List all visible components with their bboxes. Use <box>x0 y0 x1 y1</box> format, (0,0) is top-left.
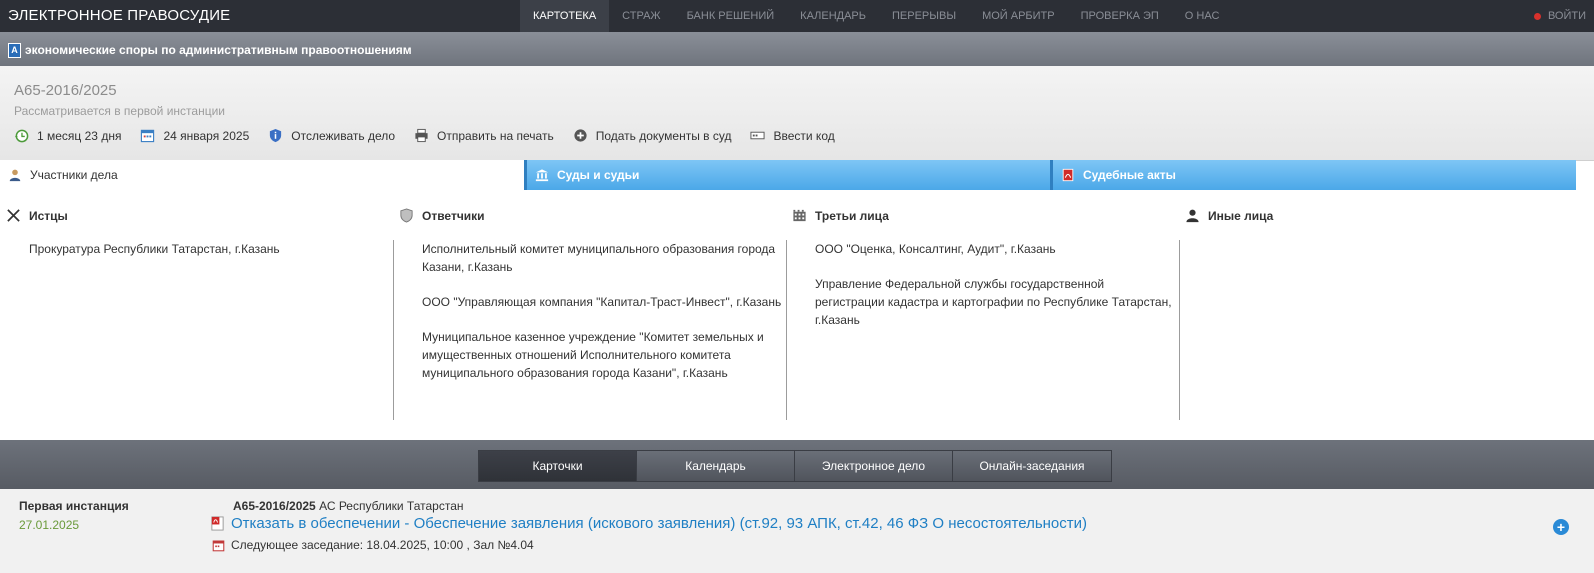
defendants-heading: Ответчики <box>399 208 485 223</box>
case-header: А65-2016/2025 Рассматривается в первой и… <box>0 66 1594 161</box>
shield-info-icon <box>270 128 282 143</box>
login-label: ВОЙТИ <box>1547 10 1586 22</box>
card-case-number: А65-2016/2025 <box>233 499 316 513</box>
column-divider <box>393 240 394 420</box>
building-icon <box>793 209 806 222</box>
list-item[interactable]: Исполнительный комитет муниципального об… <box>422 240 782 276</box>
view-tabs: Карточки Календарь Электронное дело Онла… <box>478 450 1112 482</box>
track-case-label: Отслеживать дело <box>291 128 396 143</box>
instance-card: Первая инстанция 27.01.2025 А65-2016/202… <box>0 489 1594 573</box>
status-dot-icon <box>1533 12 1541 20</box>
document-link[interactable]: Отказать в обеспечении - Обеспечение зая… <box>231 515 1087 532</box>
nav-item-about[interactable]: О НАС <box>1172 0 1233 32</box>
submit-documents-button[interactable]: Подать документы в суд <box>573 128 732 143</box>
enter-code-button[interactable]: Ввести код <box>750 128 835 143</box>
instance-title: Первая инстанция <box>19 499 129 513</box>
other-parties-heading: Иные лица <box>1185 208 1273 223</box>
print-button[interactable]: Отправить на печать <box>414 128 554 143</box>
card-case-info: А65-2016/2025 АС Республики Татарстан <box>233 499 464 513</box>
submit-documents-label: Подать документы в суд <box>595 128 732 143</box>
tab-cards[interactable]: Карточки <box>479 451 637 481</box>
case-status: Рассматривается в первой инстанции <box>14 104 225 118</box>
defendants-list: Исполнительный комитет муниципального об… <box>422 240 782 399</box>
nav-item-bank-resheniy[interactable]: БАНК РЕШЕНИЙ <box>674 0 788 32</box>
list-item[interactable]: ООО "Управляющая компания "Капитал-Траст… <box>422 293 782 311</box>
document-row: Отказать в обеспечении - Обеспечение зая… <box>210 515 1087 532</box>
calendar-icon <box>212 540 225 551</box>
user-silhouette-icon <box>1186 209 1199 223</box>
calendar-icon <box>141 129 155 143</box>
third-parties-heading: Третьи лица <box>792 208 889 223</box>
category-bar: A экономические споры по административны… <box>0 32 1594 66</box>
enter-code-label: Ввести код <box>773 128 835 143</box>
column-divider <box>786 240 787 420</box>
next-hearing-label: Следующее заседание: 18.04.2025, 10:00 ,… <box>231 538 534 552</box>
clock-back-icon <box>14 129 29 143</box>
nav-item-breaks[interactable]: ПЕРЕРЫВЫ <box>879 0 969 32</box>
nav-item-kartoteka[interactable]: КАРТОТЕКА <box>520 0 610 32</box>
case-tabs: Участники дела Суды и судьи Судебные акт… <box>0 160 1594 190</box>
keyboard-icon <box>750 131 766 140</box>
case-actions: 1 месяц 23 дня 24 января 2025 Отслеживат… <box>14 128 854 143</box>
view-toolbar: Карточки Календарь Электронное дело Онла… <box>0 440 1594 489</box>
case-date-info: 24 января 2025 <box>140 128 249 143</box>
tab-courts-judges[interactable]: Суды и судьи <box>524 160 1050 190</box>
category-title: экономические споры по административным … <box>25 43 412 57</box>
tab-court-acts-label: Судебные акты <box>1083 168 1176 182</box>
plus-circle-icon <box>574 129 587 142</box>
case-date-label: 24 января 2025 <box>163 128 250 143</box>
track-case-button[interactable]: Отслеживать дело <box>268 128 395 143</box>
participants-panel: Истцы Прокуратура Республики Татарстан, … <box>0 200 1594 430</box>
case-number: А65-2016/2025 <box>14 82 117 99</box>
pdf-icon <box>211 516 224 531</box>
tab-participants-label: Участники дела <box>30 168 118 182</box>
category-type-icon: A <box>8 43 21 58</box>
crossed-swords-icon <box>7 209 20 222</box>
tab-electronic-case[interactable]: Электронное дело <box>795 451 953 481</box>
duration-info: 1 месяц 23 дня <box>14 128 121 143</box>
list-item[interactable]: ООО "Оценка, Консалтинг, Аудит", г.Казан… <box>815 240 1175 258</box>
third-parties-list: ООО "Оценка, Консалтинг, Аудит", г.Казан… <box>815 240 1175 346</box>
tab-participants[interactable]: Участники дела <box>0 160 524 190</box>
instance-date: 27.01.2025 <box>19 518 80 532</box>
list-item[interactable]: Прокуратура Республики Татарстан, г.Каза… <box>29 240 389 258</box>
shield-icon <box>400 208 413 223</box>
tab-online-hearings[interactable]: Онлайн-заседания <box>953 451 1111 481</box>
tab-court-acts[interactable]: Судебные акты <box>1050 160 1576 190</box>
tab-calendar[interactable]: Календарь <box>637 451 795 481</box>
third-parties-title: Третьи лица <box>815 208 889 223</box>
list-item[interactable]: Муниципальное казенное учреждение "Комит… <box>422 328 782 382</box>
plaintiffs-list: Прокуратура Республики Татарстан, г.Каза… <box>29 240 389 275</box>
list-item[interactable]: Управление Федеральной службы государств… <box>815 275 1175 329</box>
defendants-title: Ответчики <box>422 208 485 223</box>
duration-label: 1 месяц 23 дня <box>37 128 122 143</box>
next-hearing-row: Следующее заседание: 18.04.2025, 10:00 ,… <box>212 538 534 552</box>
nav-item-signature-check[interactable]: ПРОВЕРКА ЭП <box>1068 0 1172 32</box>
pdf-icon <box>1062 168 1074 182</box>
plaintiffs-title: Истцы <box>29 208 68 223</box>
plaintiffs-heading: Истцы <box>6 208 68 223</box>
print-label: Отправить на печать <box>437 128 554 143</box>
person-icon <box>9 169 21 182</box>
other-parties-title: Иные лица <box>1208 208 1274 223</box>
printer-icon <box>415 128 428 143</box>
nav-item-calendar[interactable]: КАЛЕНДАРЬ <box>787 0 879 32</box>
card-court-name: АС Республики Татарстан <box>319 499 464 513</box>
expand-button[interactable]: + <box>1553 519 1569 535</box>
login-link[interactable]: ВОЙТИ <box>1533 0 1586 32</box>
tab-courts-judges-label: Суды и судьи <box>557 168 640 182</box>
courthouse-icon <box>535 169 549 182</box>
nav-item-my-arbitr[interactable]: МОЙ АРБИТР <box>969 0 1068 32</box>
column-divider <box>1179 240 1180 420</box>
nav-item-strazh[interactable]: СТРАЖ <box>609 0 673 32</box>
main-nav: КАРТОТЕКА СТРАЖ БАНК РЕШЕНИЙ КАЛЕНДАРЬ П… <box>520 0 1232 32</box>
site-brand[interactable]: ЭЛЕКТРОННОЕ ПРАВОСУДИЕ <box>8 7 230 24</box>
top-navigation: ЭЛЕКТРОННОЕ ПРАВОСУДИЕ КАРТОТЕКА СТРАЖ Б… <box>0 0 1594 32</box>
